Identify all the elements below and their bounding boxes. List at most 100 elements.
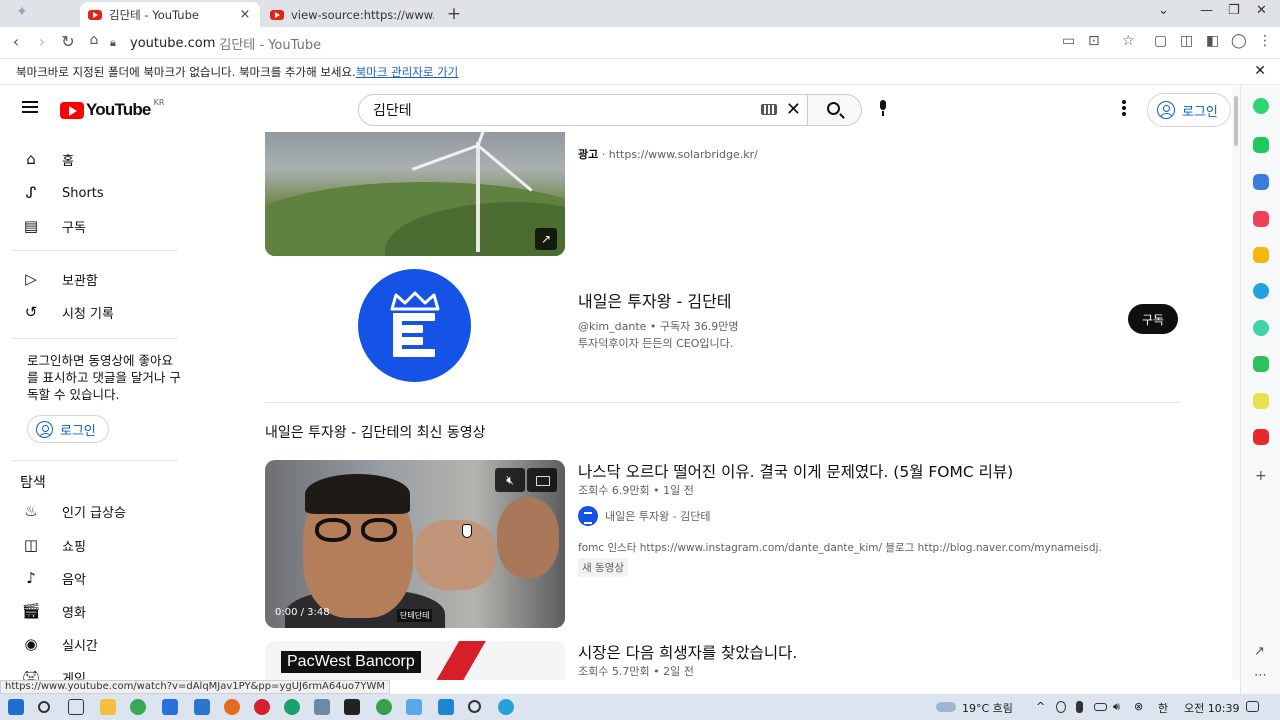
download-icon[interactable]: ⊡: [1088, 33, 1100, 49]
keyboard-icon[interactable]: [761, 104, 777, 115]
video-channel[interactable]: 내일은 투자왕 - 김단테: [578, 506, 711, 526]
back-button[interactable]: ‹: [6, 32, 26, 51]
whale-browser-icon[interactable]: [314, 699, 330, 715]
guide-menu-icon[interactable]: [22, 101, 38, 113]
side-app-5-icon[interactable]: [1253, 247, 1269, 263]
clover-icon[interactable]: [376, 699, 392, 715]
guide-item-shopping[interactable]: ◫ 쇼핑: [12, 528, 182, 562]
mute-icon[interactable]: 🔇︎: [495, 468, 525, 492]
profile-icon[interactable]: ◯: [1231, 33, 1247, 49]
chrome-icon[interactable]: [130, 699, 146, 715]
edge-icon[interactable]: [284, 699, 300, 715]
side-app-7-icon[interactable]: [1253, 320, 1269, 336]
task-view-icon[interactable]: [68, 699, 84, 715]
favorites-star-icon[interactable]: ☆: [1122, 33, 1135, 49]
tab-list-chevron-icon[interactable]: ⌄: [1158, 3, 1169, 18]
file-explorer-icon[interactable]: [100, 699, 116, 715]
notepad-icon[interactable]: [406, 699, 422, 715]
channel-name[interactable]: 내일은 투자왕 - 김단테: [578, 288, 732, 312]
terminal-icon[interactable]: [344, 699, 360, 715]
forward-button[interactable]: ›: [32, 32, 52, 51]
add-side-app-icon[interactable]: +: [1255, 468, 1267, 484]
guide-item-library[interactable]: ▷ 보관함: [12, 262, 182, 296]
firefox-icon[interactable]: [224, 699, 240, 715]
guide-item-trending[interactable]: ♨ 인기 급상승: [12, 494, 182, 528]
browser-menu-icon[interactable]: ⋮: [1258, 33, 1272, 49]
address-bar[interactable]: 🔒︎ youtube.com 김단테 - YouTube: [110, 31, 1280, 55]
guide-item-live[interactable]: ◉ 실시간: [12, 627, 182, 661]
cast-icon[interactable]: ▭: [1062, 33, 1075, 49]
tray-app-icon[interactable]: [1056, 701, 1066, 713]
subscribe-button[interactable]: 구독: [1128, 304, 1178, 334]
weather-text[interactable]: 19°C 흐림: [962, 700, 1013, 716]
close-bookmark-bar-icon[interactable]: ✕: [1254, 63, 1266, 79]
new-tab-button[interactable]: +: [444, 4, 464, 24]
side-app-2-icon[interactable]: [1253, 137, 1269, 153]
home-button[interactable]: ⌂: [84, 32, 104, 48]
side-app-3-icon[interactable]: [1253, 174, 1269, 190]
side-app-8-icon[interactable]: [1253, 356, 1269, 372]
open-external-icon[interactable]: ↗: [535, 228, 557, 250]
video-thumbnail[interactable]: PacWest Bancorp: [265, 641, 565, 680]
close-window-button[interactable]: ✕: [1256, 3, 1267, 18]
guide-item-gaming[interactable]: 🎮︎ 게임: [12, 660, 182, 680]
opera-icon[interactable]: [254, 699, 270, 715]
guide-signin-button[interactable]: 로그인: [27, 415, 109, 443]
guide-item-subscriptions[interactable]: ▤ 구독: [12, 209, 182, 243]
settings-menu-icon[interactable]: [1122, 100, 1126, 116]
split-view-icon[interactable]: ◧: [1206, 33, 1219, 49]
start-icon[interactable]: [8, 699, 24, 715]
mail-icon[interactable]: [194, 699, 210, 715]
taskbar-search-icon[interactable]: [38, 701, 50, 713]
speaker-icon[interactable]: 🔊︎: [1113, 700, 1120, 714]
restore-button[interactable]: ❐: [1228, 3, 1240, 18]
tray-overflow-icon[interactable]: ^: [1036, 700, 1045, 713]
tab-youtube[interactable]: 김단테 - YouTube ×: [80, 2, 260, 27]
side-app-10-icon[interactable]: [1253, 429, 1269, 445]
obs-icon[interactable]: [468, 700, 481, 713]
extension-icon[interactable]: ▢: [1154, 33, 1167, 49]
youtube-logo[interactable]: YouTube KR: [60, 98, 164, 120]
battery-icon[interactable]: [1094, 703, 1107, 711]
weather-cloud-icon[interactable]: [936, 702, 956, 712]
captions-icon[interactable]: [527, 468, 557, 492]
channel-avatar[interactable]: [358, 269, 471, 382]
video-title[interactable]: 나스닥 오르다 떨어진 이유. 결국 이게 문제였다. (5월 FOMC 리뷰): [578, 460, 1013, 482]
tab-close-icon[interactable]: ×: [238, 7, 252, 22]
clock[interactable]: 오전 10:39: [1184, 700, 1239, 716]
scrollbar-thumb[interactable]: [1234, 96, 1238, 146]
tray-block-icon[interactable]: ⊗: [1134, 700, 1143, 713]
side-app-4-icon[interactable]: [1253, 211, 1269, 227]
tab-view-source[interactable]: view-source:https://www.youtub: [262, 2, 442, 27]
guide-item-shorts[interactable]: ᔑ Shorts: [12, 176, 182, 210]
side-open-external-icon[interactable]: ↗: [1254, 644, 1265, 659]
search-button[interactable]: [808, 94, 862, 126]
tray-mic-icon[interactable]: [1076, 701, 1083, 713]
page-scrollbar[interactable]: [1232, 86, 1240, 680]
store-icon[interactable]: [162, 699, 178, 715]
notification-icon[interactable]: [1246, 701, 1259, 712]
search-input[interactable]: 김단테 ✕: [358, 94, 808, 126]
voice-search-icon[interactable]: [878, 100, 888, 116]
side-app-6-icon[interactable]: [1253, 283, 1269, 299]
guide-item-music[interactable]: ♪ 음악: [12, 561, 182, 595]
clear-search-icon[interactable]: ✕: [786, 99, 801, 120]
side-app-1-icon[interactable]: [1253, 98, 1269, 114]
ad-url[interactable]: https://www.solarbridge.kr/: [609, 148, 758, 161]
bookmark-manager-link[interactable]: 북마크 관리자로 가기: [356, 65, 459, 79]
signin-button[interactable]: 로그인: [1147, 93, 1231, 127]
ad-thumbnail[interactable]: ↗: [265, 132, 565, 256]
guide-item-history[interactable]: ↺ 시청 기록: [12, 295, 182, 329]
side-more-icon[interactable]: ⋯: [1254, 668, 1267, 683]
telegram-icon[interactable]: [498, 699, 514, 715]
minimize-button[interactable]: —: [1200, 3, 1213, 18]
vscode-icon[interactable]: [438, 699, 454, 715]
reload-button[interactable]: ↻: [58, 32, 78, 51]
side-app-9-icon[interactable]: [1253, 393, 1269, 409]
video-thumbnail[interactable]: 🔇︎ 0:00 / 3:48 단테단테: [265, 460, 565, 628]
ime-indicator[interactable]: 한: [1158, 700, 1168, 716]
screenshot-icon[interactable]: ◫: [1180, 33, 1193, 49]
guide-item-home[interactable]: ⌂ 홈: [12, 142, 182, 176]
video-title[interactable]: 시장은 다음 희생자를 찾았습니다.: [578, 641, 797, 663]
guide-item-movies[interactable]: 🎬︎ 영화: [12, 594, 182, 628]
